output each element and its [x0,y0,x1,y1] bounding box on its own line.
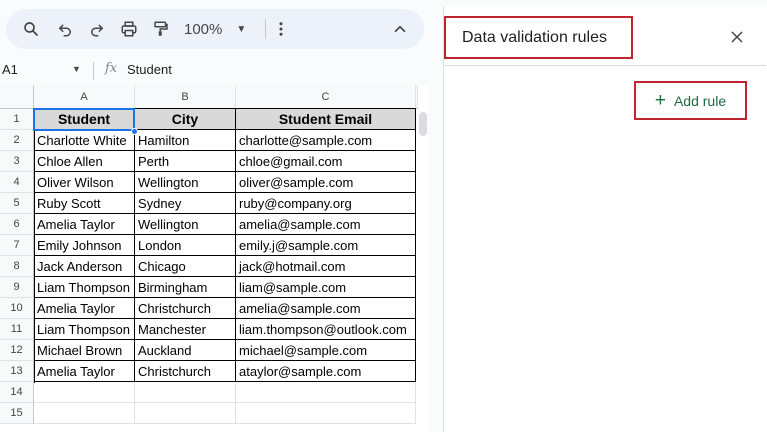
title-highlight-box: Data validation rules [444,16,633,59]
cell-a7[interactable]: Emily Johnson [34,235,135,256]
row-header-11[interactable]: 11 [0,319,34,340]
cell-a3[interactable]: Chloe Allen [34,151,135,172]
row-header-14[interactable]: 14 [0,382,34,403]
search-icon[interactable] [19,17,43,41]
cell-a12[interactable]: Michael Brown [34,340,135,361]
cell-b10[interactable]: Christchurch [135,298,236,319]
row-header-6[interactable]: 6 [0,214,34,235]
formula-input[interactable]: Student [127,62,172,77]
add-rule-highlight-box: + Add rule [634,81,747,120]
cell-b4[interactable]: Wellington [135,172,236,193]
column-header-filler [416,85,418,109]
fill-handle[interactable] [131,128,138,135]
fx-icon: fx [105,61,118,76]
close-icon[interactable] [727,27,747,47]
row-header-8[interactable]: 8 [0,256,34,277]
cell-c13[interactable]: ataylor@sample.com [236,361,416,382]
cell-c2[interactable]: charlotte@sample.com [236,130,416,151]
cell-c10[interactable]: amelia@sample.com [236,298,416,319]
cell-a1[interactable]: Student [34,109,135,130]
more-vert-icon[interactable] [269,17,293,41]
cell-b5[interactable]: Sydney [135,193,236,214]
name-box-caret-icon[interactable]: ▼ [72,64,81,74]
cell-c8[interactable]: jack@hotmail.com [236,256,416,277]
table-border-top [34,108,416,109]
cell-b3[interactable]: Perth [135,151,236,172]
cell-c14[interactable] [236,382,416,403]
cell-c1[interactable]: Student Email [236,109,416,130]
name-box[interactable]: A1 [2,62,18,77]
redo-icon[interactable] [85,17,109,41]
cell-a5[interactable]: Ruby Scott [34,193,135,214]
undo-icon[interactable] [53,17,77,41]
row-header-13[interactable]: 13 [0,361,34,382]
select-all-corner[interactable] [0,85,34,109]
add-rule-button[interactable]: + Add rule [638,85,743,116]
cell-b15[interactable] [135,403,236,424]
cell-c6[interactable]: amelia@sample.com [236,214,416,235]
cell-b1[interactable]: City [135,109,236,130]
cell-a6[interactable]: Amelia Taylor [34,214,135,235]
cell-b7[interactable]: London [135,235,236,256]
row-header-15[interactable]: 15 [0,403,34,424]
row-header-1[interactable]: 1 [0,109,34,130]
row-header-7[interactable]: 7 [0,235,34,256]
row-header-2[interactable]: 2 [0,130,34,151]
cell-b2[interactable]: Hamilton [135,130,236,151]
cell-b14[interactable] [135,382,236,403]
collapse-chevron-icon[interactable] [388,17,412,41]
cell-b6[interactable]: Wellington [135,214,236,235]
plus-icon: + [654,90,666,111]
cell-c5[interactable]: ruby@company.org [236,193,416,214]
column-header-c[interactable]: C [236,85,416,109]
spreadsheet-grid[interactable]: A B C 1 Student City Student Email 2 Charlotte W… [0,85,428,432]
data-validation-panel: Data validation rules + Add rule [443,6,767,432]
zoom-value: 100% [184,20,223,38]
paint-format-icon[interactable] [149,17,173,41]
table-border-left [34,109,35,383]
cell-c4[interactable]: oliver@sample.com [236,172,416,193]
scrollbar-thumb[interactable] [419,112,427,136]
column-header-b[interactable]: B [135,85,236,109]
cell-a15[interactable] [34,403,135,424]
cell-a4[interactable]: Oliver Wilson [34,172,135,193]
panel-title: Data validation rules [462,29,607,46]
cell-a2[interactable]: Charlotte White [34,130,135,151]
cell-a8[interactable]: Jack Anderson [34,256,135,277]
cell-b13[interactable]: Christchurch [135,361,236,382]
cell-a10[interactable]: Amelia Taylor [34,298,135,319]
cell-b9[interactable]: Birmingham [135,277,236,298]
toolbar-divider [265,19,266,39]
cell-c15[interactable] [236,403,416,424]
cell-b12[interactable]: Auckland [135,340,236,361]
sheets-window: 100% ▼ A1 ▼ fx Student A B C 1 Student City St… [0,0,767,432]
zoom-caret-icon: ▼ [236,23,247,35]
row-header-10[interactable]: 10 [0,298,34,319]
add-rule-label: Add rule [673,92,727,109]
cell-c3[interactable]: chloe@gmail.com [236,151,416,172]
column-header-a[interactable]: A [34,85,135,109]
vertical-scrollbar[interactable] [418,109,428,432]
cell-c9[interactable]: liam@sample.com [236,277,416,298]
cell-c12[interactable]: michael@sample.com [236,340,416,361]
cell-c7[interactable]: emily.j@sample.com [236,235,416,256]
zoom-select[interactable]: 100% ▼ [184,19,246,39]
row-header-5[interactable]: 5 [0,193,34,214]
cell-a13[interactable]: Amelia Taylor [34,361,135,382]
row-header-3[interactable]: 3 [0,151,34,172]
print-icon[interactable] [117,17,141,41]
formula-bar: A1 ▼ fx Student [0,60,428,82]
cell-b11[interactable]: Manchester [135,319,236,340]
cell-c11[interactable]: liam.thompson@outlook.com [236,319,416,340]
cell-a11[interactable]: Liam Thompson [34,319,135,340]
cell-a9[interactable]: Liam Thompson [34,277,135,298]
toolbar: 100% ▼ [6,9,424,49]
cell-b8[interactable]: Chicago [135,256,236,277]
row-header-4[interactable]: 4 [0,172,34,193]
panel-divider [444,65,766,66]
formula-divider [93,62,94,80]
cell-a14[interactable] [34,382,135,403]
row-header-12[interactable]: 12 [0,340,34,361]
row-header-9[interactable]: 9 [0,277,34,298]
